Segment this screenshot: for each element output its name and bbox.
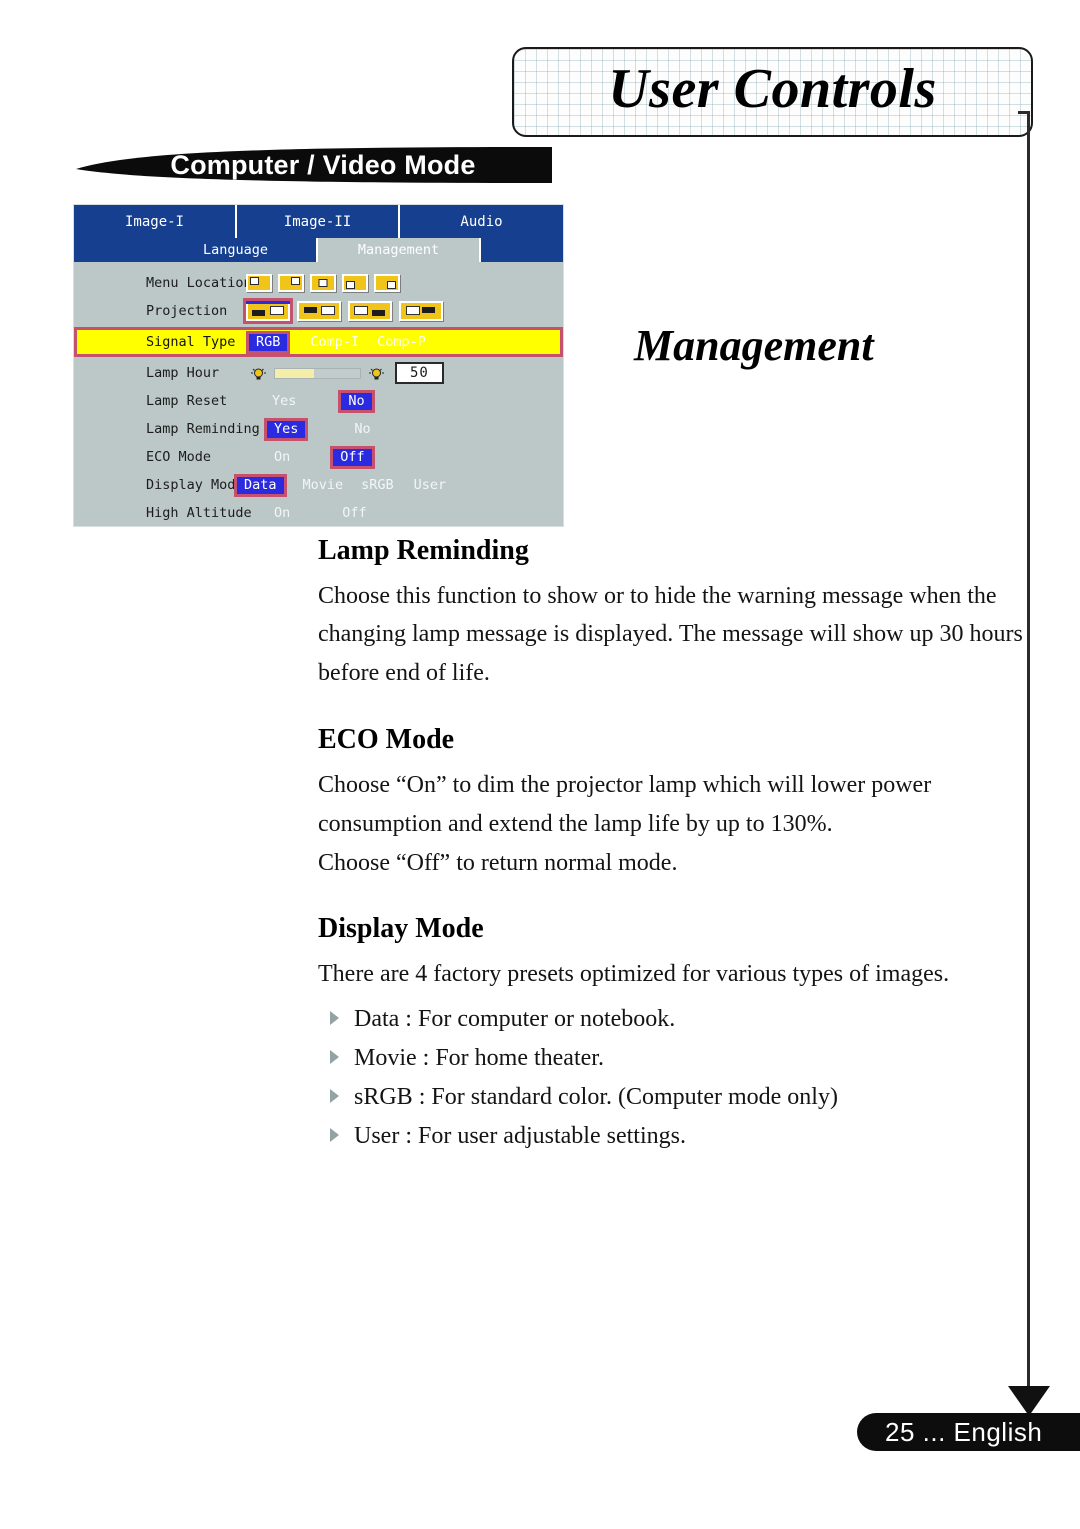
heading-lamp-reminding: Lamp Reminding [318,535,529,566]
osd-tab-image-ii[interactable]: Image-II [237,205,400,238]
osd-value-lamp-reminding: Yes No [232,417,563,441]
osd-row-signal-type[interactable]: Signal Type RGB Comp-I Comp-P [74,327,563,357]
osd-label-lamp-reminding: Lamp Reminding [146,421,260,437]
osd-value-high-altitude: On Off [232,505,563,521]
lamp-reset-option-no[interactable]: No [338,389,375,413]
osd-tab-row-secondary: Language Management [74,238,563,262]
menu-location-top-right-icon[interactable] [278,274,304,292]
osd-tab-image-i[interactable]: Image-I [74,205,237,238]
osd-label-lamp-reset: Lamp Reset [146,393,228,409]
signal-type-option-comp-i[interactable]: Comp-I [310,334,359,350]
list-item: User : For user adjustable settings. [318,1117,1032,1156]
osd-row-lamp-hour: Lamp Hour 50 [74,359,563,387]
osd-row-lamp-reminding: Lamp Reminding Yes No [74,415,563,443]
osd-row-display-mode: Display Mode Data Movie sRGB User [74,471,563,499]
display-mode-option-movie[interactable]: Movie [303,477,344,493]
bullet-triangle-icon [330,1088,339,1103]
osd-tab-spacer-left [74,238,155,262]
down-arrow-icon [1008,1386,1050,1416]
osd-row-lamp-reset: Lamp Reset Yes No [74,387,563,415]
osd-tab-audio[interactable]: Audio [400,205,563,238]
lamp-reminding-option-yes[interactable]: Yes [264,417,309,441]
osd-value-signal-type: RGB Comp-I Comp-P [238,330,560,354]
paragraph-eco-mode-1: Choose “On” to dim the projector lamp wh… [318,771,932,837]
projection-front-ceiling-icon[interactable] [348,301,392,321]
footer-label: 25 ... English [885,1416,1043,1447]
projection-rear-ceiling-icon[interactable] [399,301,443,321]
osd-value-menu-location [232,274,563,292]
menu-location-bottom-right-icon[interactable] [374,274,400,292]
projection-front-desktop-icon[interactable] [243,298,293,324]
display-mode-option-user[interactable]: User [414,477,447,493]
osd-label-high-altitude: High Altitude [146,505,252,521]
list-item: Data : For computer or notebook. [318,1000,1032,1039]
lamp-high-icon [368,366,385,380]
signal-type-option-comp-p[interactable]: Comp-P [377,334,426,350]
banner-label: Computer / Video Mode [170,149,476,180]
osd-label-menu-location: Menu Location [146,275,252,291]
paragraph-display-mode: There are 4 factory presets optimized fo… [318,961,950,988]
osd-value-eco-mode: On Off [232,445,563,469]
osd-value-display-mode: Data Movie sRGB User [232,473,563,497]
osd-row-menu-location: Menu Location [74,269,563,297]
list-item: sRGB : For standard color. (Computer mod… [318,1078,1032,1117]
osd-value-projection [232,298,563,324]
osd-tab-management[interactable]: Management [318,238,481,262]
list-item-label: sRGB : For standard color. (Computer mod… [354,1083,838,1110]
display-mode-option-srgb[interactable]: sRGB [361,477,394,493]
signal-type-option-rgb[interactable]: RGB [246,330,291,354]
user-controls-header-box: User Controls [512,47,1033,137]
osd-label-projection: Projection [146,303,228,319]
bullet-triangle-icon [330,1010,339,1025]
heading-eco-mode: ECO Mode [318,724,455,756]
osd-label-display-mode: Display Mode [146,477,244,493]
osd-label-eco-mode: ECO Mode [146,449,212,465]
menu-location-center-icon[interactable] [310,274,336,292]
lamp-reminding-option-no[interactable]: No [354,421,370,437]
list-item-label: Data : For computer or notebook. [354,1005,676,1032]
osd-row-high-altitude: High Altitude On Off [74,499,563,527]
article-body: Lamp Reminding Choose this function to s… [318,534,1032,1155]
heading-display-mode: Display Mode [318,913,484,945]
lamp-low-icon [250,366,267,380]
page-footer: 25 ... English [857,1413,1080,1451]
display-mode-option-data[interactable]: Data [234,473,287,497]
page-title: User Controls [608,58,937,120]
list-item-label: User : For user adjustable settings. [354,1122,686,1149]
paragraph-eco-mode-2: Choose “Off” to return normal mode. [318,849,678,876]
osd-tab-language[interactable]: Language [155,238,318,262]
lamp-hour-progress-bar [274,367,361,379]
paragraph-lamp-reminding: Choose this function to show or to hide … [318,582,1023,687]
lamp-reset-option-yes[interactable]: Yes [272,393,296,409]
osd-label-signal-type: Signal Type [146,334,236,350]
high-altitude-option-off[interactable]: Off [342,505,366,521]
display-mode-preset-list: Data : For computer or notebook. Movie :… [318,1000,1032,1156]
bullet-triangle-icon [330,1049,339,1064]
list-item: Movie : For home theater. [318,1039,1032,1078]
list-item-label: Movie : For home theater. [354,1044,604,1071]
projection-rear-desktop-icon[interactable] [297,301,341,321]
menu-location-top-left-icon[interactable] [246,274,272,292]
osd-value-lamp-reset: Yes No [232,389,563,413]
lamp-hour-value: 50 [395,362,444,384]
osd-row-eco-mode: ECO Mode On Off [74,443,563,471]
bullet-triangle-icon [330,1127,339,1142]
high-altitude-option-on[interactable]: On [274,505,290,521]
eco-mode-option-off[interactable]: Off [330,445,375,469]
osd-row-projection: Projection [74,297,563,325]
section-banner: Computer / Video Mode [76,145,552,185]
osd-tab-spacer-right [481,238,563,262]
osd-settings-list: Menu Location Projection Signal Type RGB… [74,262,563,527]
osd-menu-screenshot: Image-I Image-II Audio Language Manageme… [74,205,563,526]
osd-value-lamp-hour: 50 [232,362,563,384]
menu-location-bottom-left-icon[interactable] [342,274,368,292]
osd-label-lamp-hour: Lamp Hour [146,365,220,381]
section-title: Management [634,321,874,370]
osd-tab-row-primary: Image-I Image-II Audio [74,205,563,238]
eco-mode-option-on[interactable]: On [274,449,290,465]
